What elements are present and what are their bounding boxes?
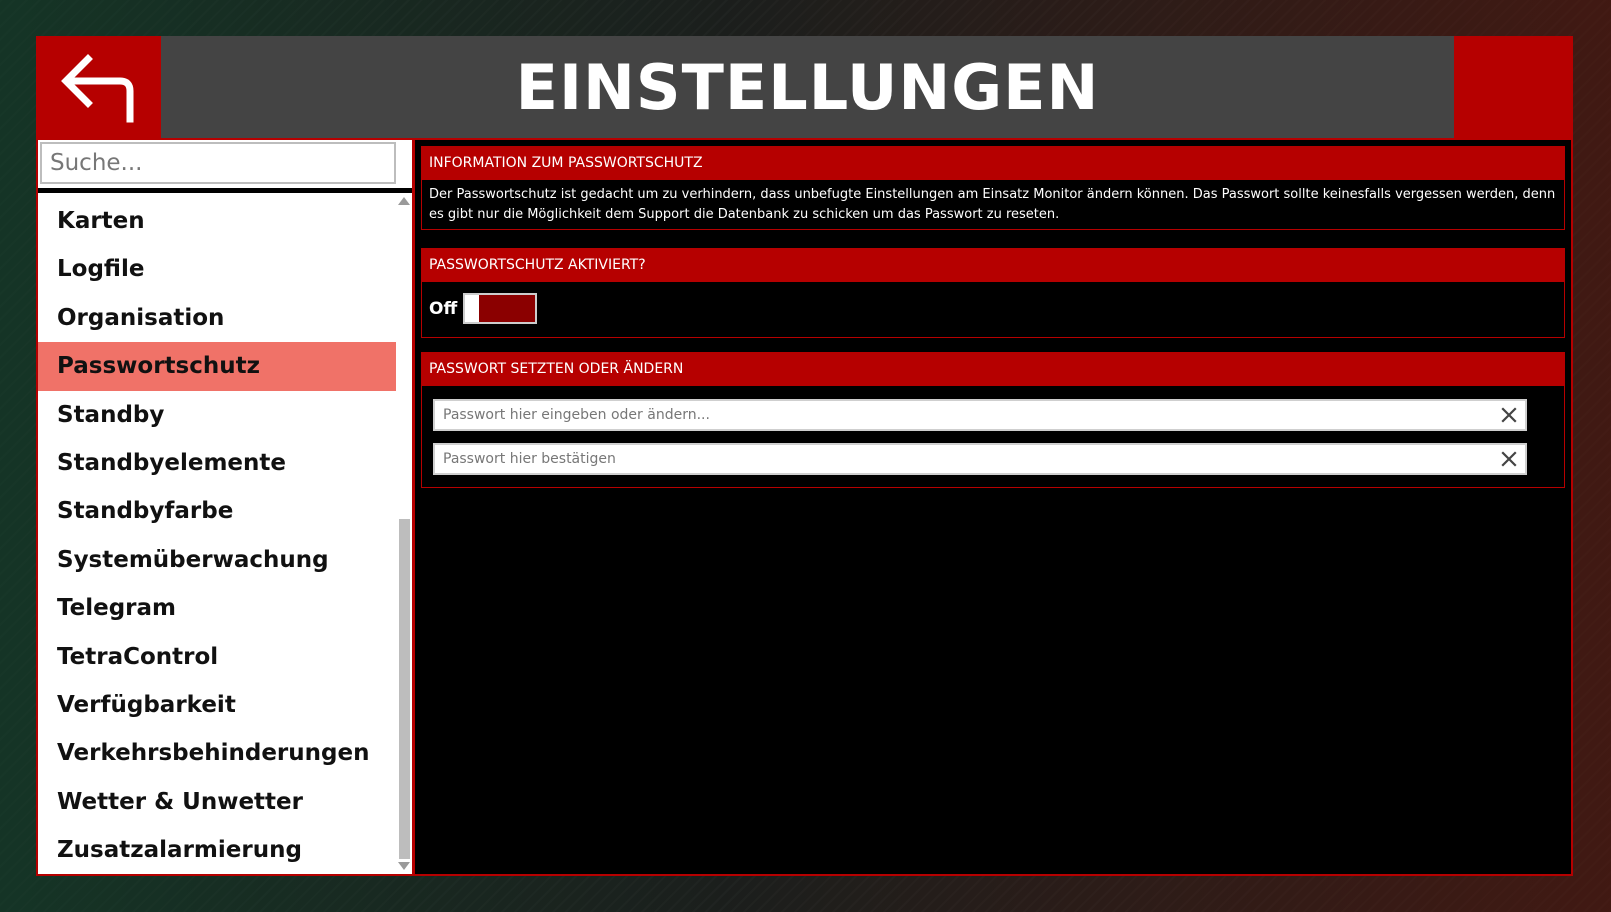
settings-nav-list: Karten Logfile Organisation Passwortschu… [38,197,396,874]
toggle-state-label: Off [429,299,458,319]
sidebar-item-karten[interactable]: Karten [38,197,396,245]
sidebar-item-standbyelemente[interactable]: Standbyelemente [38,439,396,487]
close-icon [1501,451,1517,467]
sidebar-item-standbyfarbe[interactable]: Standbyfarbe [38,487,396,535]
sidebar-item-verkehrsbehinderungen[interactable]: Verkehrsbehinderungen [38,729,396,777]
app-window: EINSTELLUNGEN Karten Logfile Organisatio… [36,36,1573,876]
password-set-panel: PASSWORT SETZTEN ODER ÄNDERN [421,352,1565,488]
search-divider [38,188,412,193]
confirm-field-row [433,443,1527,475]
sidebar-item-logfile[interactable]: Logfile [38,245,396,293]
info-panel-title: INFORMATION ZUM PASSWORTSCHUTZ [422,147,1564,180]
sidebar-item-standby[interactable]: Standby [38,391,396,439]
password-protection-toggle[interactable] [463,293,537,324]
sidebar-item-telegram[interactable]: Telegram [38,584,396,632]
search-input[interactable] [40,142,396,184]
clear-confirm-button[interactable] [1497,447,1521,471]
password-protection-title: PASSWORTSCHUTZ AKTIVIERT? [422,249,1564,282]
sidebar-item-zusatzalarmierung[interactable]: Zusatzalarmierung [38,826,396,874]
back-button[interactable] [36,36,161,138]
toggle-row: Off [422,282,1564,337]
sidebar-item-wetter-unwetter[interactable]: Wetter & Unwetter [38,778,396,826]
title-bar: EINSTELLUNGEN [161,36,1454,138]
password-set-title: PASSWORT SETZTEN ODER ÄNDERN [422,353,1564,386]
password-protection-panel: PASSWORTSCHUTZ AKTIVIERT? Off [421,248,1565,338]
sidebar-item-systemueberwachung[interactable]: Systemüberwachung [38,536,396,584]
password-confirm-input[interactable] [435,445,1485,473]
close-icon [1501,407,1517,423]
sidebar-item-verfuegbarkeit[interactable]: Verfügbarkeit [38,681,396,729]
clear-password-button[interactable] [1497,403,1521,427]
scroll-up-arrow-icon[interactable] [398,197,410,205]
back-arrow-icon [61,54,134,123]
page-title: EINSTELLUNGEN [515,50,1100,124]
sidebar-item-organisation[interactable]: Organisation [38,294,396,342]
toggle-knob [465,295,479,322]
settings-content: INFORMATION ZUM PASSWORTSCHUTZ Der Passw… [415,140,1571,874]
scroll-down-arrow-icon[interactable] [398,862,410,870]
header-right-block [1454,36,1573,138]
password-input[interactable] [435,401,1485,429]
password-field-row [433,399,1527,431]
scrollbar-thumb[interactable] [399,519,410,859]
sidebar-item-tetracontrol[interactable]: TetraControl [38,633,396,681]
info-panel: INFORMATION ZUM PASSWORTSCHUTZ Der Passw… [421,146,1565,230]
sidebar: Karten Logfile Organisation Passwortschu… [38,140,412,874]
info-panel-text: Der Passwortschutz ist gedacht um zu ver… [429,187,1556,222]
sidebar-item-passwortschutz[interactable]: Passwortschutz [38,342,396,391]
sidebar-scrollbar[interactable] [396,193,412,874]
